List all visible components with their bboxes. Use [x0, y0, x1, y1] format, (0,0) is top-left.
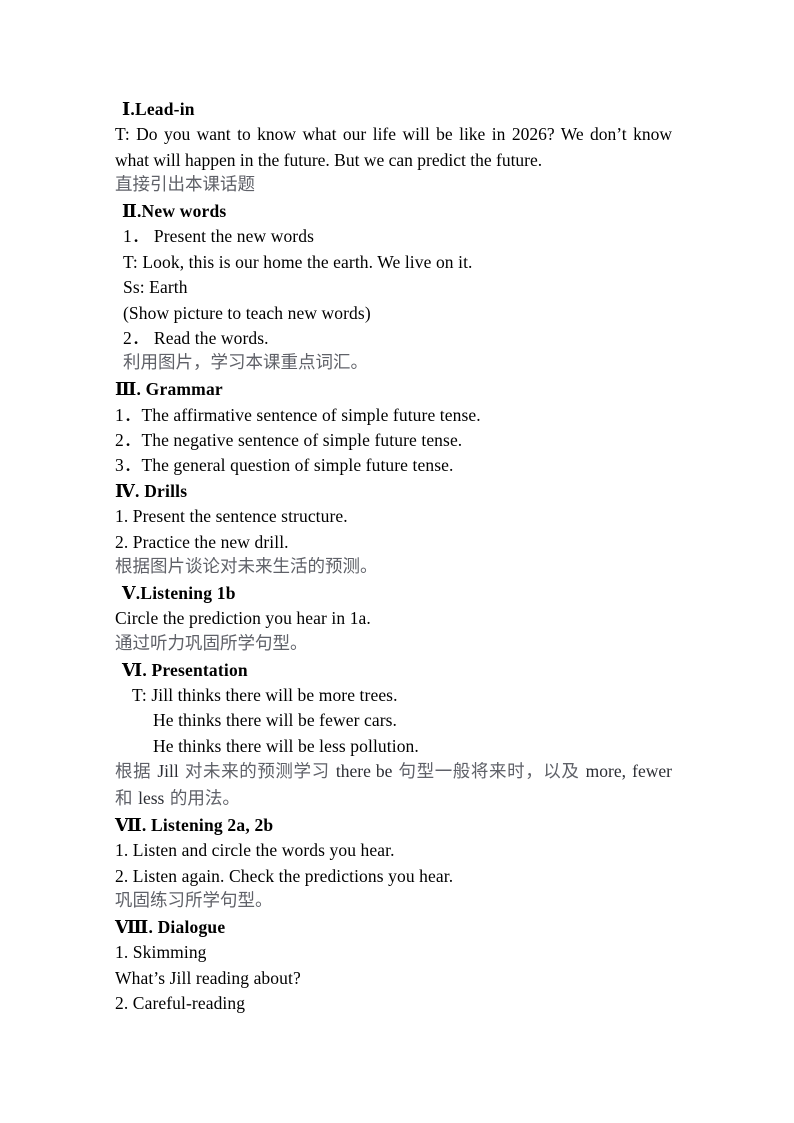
new-words-stage-direction: (Show picture to teach new words) — [123, 302, 371, 323]
presentation-line-2: He thinks there will be fewer cars. — [153, 710, 398, 731]
presentation-annotation: 根据 Jill 对未来的预测学习 there be 句型一般将来时，以及 mor… — [115, 759, 672, 813]
dialogue-item-1: 1. Skimming — [115, 942, 207, 963]
annotation-en-there-be: there be — [335, 761, 393, 782]
listening-2-annotation: 巩固练习所学句型。 — [115, 890, 273, 911]
new-words-annotation: 利用图片，学习本课重点词汇。 — [123, 353, 368, 374]
annotation-zh-part-1: 根据 — [115, 762, 158, 783]
annotation-zh-part-2: 对未来的预测学习 — [178, 762, 336, 783]
annotation-en-less: less — [138, 787, 165, 808]
listening-2-item-2: 2. Listen again. Check the predictions y… — [115, 865, 454, 886]
new-words-item-1: 1． Present the new words — [123, 226, 314, 247]
drills-item-2: 2. Practice the new drill. — [115, 531, 289, 552]
section-heading-listening-1b: Ⅴ.Listening 1b — [122, 582, 236, 603]
annotation-en-jill: Jill — [157, 761, 179, 782]
listening-1b-annotation: 通过听力巩固所学句型。 — [115, 633, 308, 654]
annotation-en-fewer: fewer — [632, 761, 672, 782]
grammar-item-1: 1．The affirmative sentence of simple fut… — [115, 404, 481, 425]
grammar-item-3: 3．The general question of simple future … — [115, 455, 454, 476]
section-heading-lead-in: Ⅰ.Lead-in — [122, 99, 195, 119]
section-heading-drills: Ⅳ. Drills — [115, 480, 188, 501]
section-heading-presentation: Ⅵ. Presentation — [122, 659, 248, 680]
annotation-en-more: more, — [585, 761, 626, 782]
drills-item-1: 1. Present the sentence structure. — [115, 506, 348, 527]
document-body: Ⅰ.Lead-in T: Do you want to know what ou… — [115, 97, 672, 1016]
document-page: Ⅰ.Lead-in T: Do you want to know what ou… — [0, 0, 794, 1123]
dialogue-question: What’s Jill reading about? — [115, 967, 301, 988]
new-words-item-2: 2． Read the words. — [123, 328, 269, 349]
section-heading-dialogue: Ⅷ. Dialogue — [115, 916, 226, 937]
presentation-teacher-line: T: Jill thinks there will be more trees. — [132, 684, 398, 705]
listening-2-item-1: 1. Listen and circle the words you hear. — [115, 840, 395, 861]
annotation-zh-part-5: 的用法。 — [164, 788, 240, 809]
new-words-students-line: Ss: Earth — [123, 277, 188, 298]
listening-1b-instruction: Circle the prediction you hear in 1a. — [115, 608, 371, 629]
annotation-zh-part-3: 句型一般将来时，以及 — [392, 762, 586, 783]
section-heading-listening-2a-2b: Ⅶ. Listening 2a, 2b — [115, 814, 274, 835]
grammar-item-2: 2．The negative sentence of simple future… — [115, 430, 463, 451]
section-heading-new-words: Ⅱ.New words — [122, 201, 227, 222]
new-words-teacher-line: T: Look, this is our home the earth. We … — [123, 251, 473, 272]
dialogue-item-2: 2. Careful-reading — [115, 992, 246, 1013]
presentation-line-3: He thinks there will be less pollution. — [153, 735, 419, 756]
lead-in-annotation: 直接引出本课话题 — [115, 175, 255, 196]
lead-in-paragraph: T: Do you want to know what our life wil… — [115, 124, 672, 170]
section-heading-grammar: Ⅲ. Grammar — [115, 379, 223, 400]
drills-annotation: 根据图片谈论对未来生活的预测。 — [115, 557, 378, 578]
